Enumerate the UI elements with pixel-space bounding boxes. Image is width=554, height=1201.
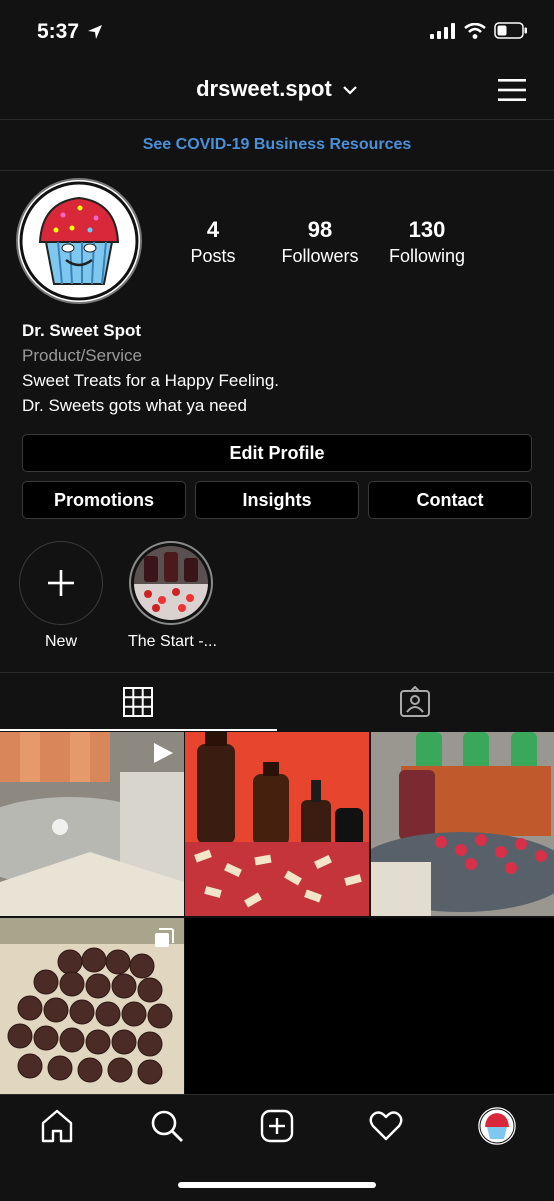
status-time: 5:37 — [37, 20, 103, 44]
edit-profile-button[interactable]: Edit Profile — [22, 434, 532, 472]
profile-category: Product/Service — [22, 346, 142, 365]
followers-stat[interactable]: 98 Followers — [270, 216, 370, 268]
posts-label: Posts — [190, 246, 236, 266]
insights-button[interactable]: Insights — [195, 481, 359, 519]
profile-bio: Dr. Sweet Spot Product/Service Sweet Tre… — [22, 318, 279, 418]
highlight-label: The Start -... — [128, 633, 217, 650]
followers-label: Followers — [281, 246, 359, 266]
empty-grid-area — [185, 918, 554, 1094]
highlight-label: New — [44, 633, 77, 650]
username-switcher[interactable]: drsweet.spot — [0, 76, 554, 102]
profile-avatar-icon[interactable] — [478, 1107, 516, 1145]
new-post-icon[interactable] — [260, 1109, 294, 1143]
highlight-new[interactable]: New — [18, 541, 104, 651]
highlight-cover-image — [134, 546, 208, 620]
post-tile-3[interactable] — [371, 732, 554, 916]
promotions-button[interactable]: Promotions — [22, 481, 186, 519]
grid-icon[interactable] — [123, 687, 153, 717]
followers-count: 98 — [307, 217, 333, 242]
heart-icon[interactable] — [369, 1109, 403, 1143]
home-indicator — [178, 1182, 376, 1188]
signal-icon — [430, 22, 455, 39]
post-tile-1[interactable] — [0, 732, 184, 916]
bio-line-1: Sweet Treats for a Happy Feeling. — [22, 371, 280, 390]
wifi-icon — [464, 22, 486, 39]
posts-count: 4 — [206, 217, 220, 242]
tab-indicator — [0, 729, 277, 731]
battery-icon — [494, 22, 527, 39]
chevron-down-icon — [343, 86, 357, 95]
location-arrow-icon — [87, 25, 102, 40]
search-icon[interactable] — [150, 1109, 184, 1143]
carousel-icon — [155, 928, 174, 947]
video-icon — [154, 743, 173, 763]
highlight-the-start[interactable]: The Start -... — [128, 541, 217, 651]
new-highlight-circle — [19, 541, 103, 625]
following-count: 130 — [408, 217, 446, 242]
plus-icon — [48, 570, 74, 596]
highlight-circle — [129, 541, 213, 625]
menu-icon[interactable] — [498, 78, 526, 102]
tagged-icon[interactable] — [399, 686, 431, 718]
post-tile-2[interactable] — [185, 732, 369, 916]
home-icon[interactable] — [40, 1109, 74, 1143]
profile-avatar[interactable] — [16, 178, 142, 304]
following-stat[interactable]: 130 Following — [378, 216, 476, 268]
posts-stat[interactable]: 4 Posts — [173, 216, 253, 268]
contact-button[interactable]: Contact — [368, 481, 532, 519]
covid-resources-link[interactable]: See COVID-19 Business Resources — [0, 119, 554, 171]
status-icons — [430, 22, 528, 39]
profile-name: Dr. Sweet Spot — [22, 321, 142, 340]
cupcake-logo-icon — [19, 181, 139, 301]
profile-header: drsweet.spot — [0, 70, 554, 118]
following-label: Following — [388, 246, 466, 266]
post-tile-4[interactable] — [0, 918, 184, 1094]
post-image — [371, 732, 554, 916]
bio-line-2: Dr. Sweets gots what ya need — [22, 396, 247, 415]
profile-tabs — [0, 672, 554, 733]
post-image — [185, 732, 369, 916]
